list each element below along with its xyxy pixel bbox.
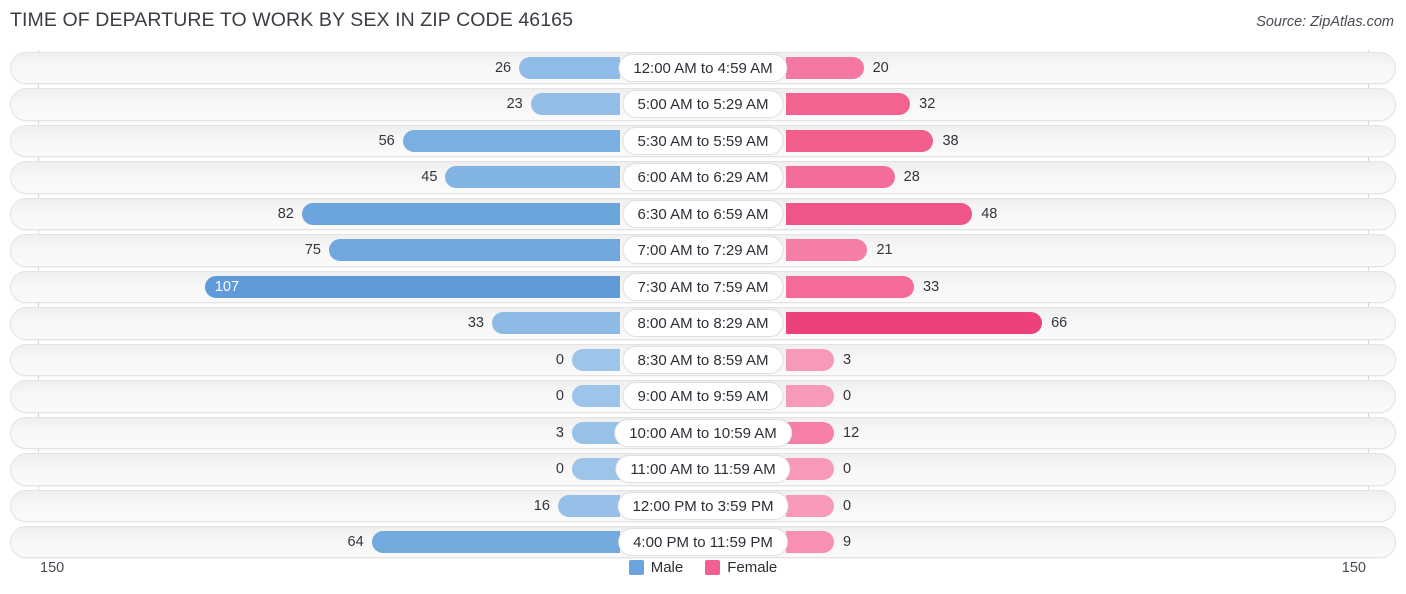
female-bar[interactable] xyxy=(786,166,895,189)
female-value-label: 9 xyxy=(843,534,852,551)
male-value-label: 75 xyxy=(304,242,321,259)
female-value-label: 0 xyxy=(843,461,852,478)
category-label: 7:30 AM to 7:59 AM xyxy=(622,272,784,301)
category-label: 12:00 AM to 4:59 AM xyxy=(618,54,788,82)
female-value-label: 20 xyxy=(872,60,889,76)
chart-row: 33 66 8:00 AM to 8:29 AM xyxy=(0,305,1406,341)
chart-legend: Male Female xyxy=(0,559,1406,576)
chart-row: 0 0 11:00 AM to 11:59 AM xyxy=(0,451,1406,487)
female-value-label: 21 xyxy=(876,242,893,259)
male-value-label: 26 xyxy=(494,60,512,76)
category-label: 5:30 AM to 5:59 AM xyxy=(622,126,784,155)
chart-row: 82 48 6:30 AM to 6:59 AM xyxy=(0,196,1406,232)
male-value-label: 64 xyxy=(347,534,364,551)
male-bar[interactable] xyxy=(519,57,620,79)
female-bar[interactable] xyxy=(786,57,864,79)
male-value-label: 107 xyxy=(214,278,240,295)
male-value-label: 56 xyxy=(378,132,395,149)
female-bar[interactable] xyxy=(786,312,1043,335)
chart-row: 0 3 8:30 AM to 8:59 AM xyxy=(0,342,1406,378)
female-value-label: 3 xyxy=(843,351,852,368)
female-bar[interactable] xyxy=(786,129,934,152)
male-bar[interactable] xyxy=(557,494,620,517)
source-attribution: Source: ZipAtlas.com xyxy=(1256,14,1394,30)
legend-swatch-icon xyxy=(705,560,721,575)
male-value-label: 45 xyxy=(421,169,438,186)
female-bar[interactable] xyxy=(786,385,834,408)
category-label: 12:00 PM to 3:59 PM xyxy=(617,491,789,520)
male-value-label: 0 xyxy=(555,351,564,368)
category-label: 6:00 AM to 6:29 AM xyxy=(622,163,784,192)
male-bar[interactable] xyxy=(329,239,620,262)
male-value-label: 33 xyxy=(467,315,484,332)
male-bar[interactable] xyxy=(572,385,620,408)
chart-row: 56 38 5:30 AM to 5:59 AM xyxy=(0,123,1406,159)
male-value-label: 16 xyxy=(533,497,550,514)
male-bar[interactable] xyxy=(301,202,620,225)
male-value-label: 0 xyxy=(555,461,564,478)
category-label: 5:00 AM to 5:29 AM xyxy=(622,90,784,119)
male-value-label: 23 xyxy=(506,96,523,113)
male-bar[interactable] xyxy=(445,166,620,189)
female-value-label: 32 xyxy=(919,96,936,113)
female-bar[interactable] xyxy=(786,93,911,116)
male-bar[interactable] xyxy=(402,129,620,152)
male-bar[interactable] xyxy=(572,348,620,371)
female-value-label: 0 xyxy=(843,497,852,514)
category-label: 8:30 AM to 8:59 AM xyxy=(622,345,784,374)
chart-row: 23 32 5:00 AM to 5:29 AM xyxy=(0,86,1406,122)
male-value-label: 82 xyxy=(277,205,294,222)
category-label: 9:00 AM to 9:59 AM xyxy=(622,382,784,411)
chart-header: TIME OF DEPARTURE TO WORK BY SEX IN ZIP … xyxy=(0,0,1406,46)
chart-footer: 150 150 Male Female xyxy=(0,553,1406,594)
female-value-label: 28 xyxy=(903,169,920,186)
page-title: TIME OF DEPARTURE TO WORK BY SEX IN ZIP … xyxy=(10,9,574,31)
female-bar[interactable] xyxy=(786,275,915,298)
category-label: 8:00 AM to 8:29 AM xyxy=(622,309,784,338)
chart-row: 26 20 12:00 AM to 4:59 AM xyxy=(0,50,1406,86)
chart-row: 75 21 7:00 AM to 7:29 AM xyxy=(0,232,1406,268)
female-bar[interactable] xyxy=(786,202,973,225)
female-bar[interactable] xyxy=(786,421,834,444)
legend-item[interactable]: Male xyxy=(628,559,684,576)
bar-rows-container: 26 20 12:00 AM to 4:59 AM 23 32 5:00 AM to 5:… xyxy=(0,50,1406,561)
legend-item[interactable]: Female xyxy=(705,559,777,576)
category-label: 6:30 AM to 6:59 AM xyxy=(622,199,784,228)
male-bar[interactable] xyxy=(491,312,620,335)
legend-label: Female xyxy=(727,559,778,576)
female-bar[interactable] xyxy=(786,239,868,262)
legend-label: Male xyxy=(650,559,684,576)
female-bar[interactable] xyxy=(786,531,834,554)
female-bar[interactable] xyxy=(786,458,834,481)
female-bar[interactable] xyxy=(786,494,834,517)
male-value-label: 3 xyxy=(555,424,564,441)
chart-row: 16 0 12:00 PM to 3:59 PM xyxy=(0,488,1406,524)
category-label: 4:00 PM to 11:59 PM xyxy=(618,528,788,557)
legend-swatch-icon xyxy=(628,560,644,575)
male-bar[interactable] xyxy=(204,275,620,298)
male-bar[interactable] xyxy=(572,421,620,444)
chart-row: 45 28 6:00 AM to 6:29 AM xyxy=(0,159,1406,195)
female-value-label: 12 xyxy=(843,424,860,441)
male-bar[interactable] xyxy=(530,93,620,116)
chart-row: 3 12 10:00 AM to 10:59 AM xyxy=(0,415,1406,451)
female-value-label: 48 xyxy=(981,205,998,222)
category-label: 7:00 AM to 7:29 AM xyxy=(622,236,784,265)
female-value-label: 0 xyxy=(843,388,852,405)
male-bar[interactable] xyxy=(572,458,620,481)
category-label: 11:00 AM to 11:59 AM xyxy=(615,455,791,484)
chart-row: 0 0 9:00 AM to 9:59 AM xyxy=(0,378,1406,414)
male-bar[interactable] xyxy=(371,531,620,554)
female-value-label: 38 xyxy=(942,132,959,149)
female-value-label: 33 xyxy=(923,278,940,295)
female-bar[interactable] xyxy=(786,348,834,371)
chart-row: 107 33 7:30 AM to 7:59 AM xyxy=(0,269,1406,305)
male-value-label: 0 xyxy=(555,388,564,405)
category-label: 10:00 AM to 10:59 AM xyxy=(614,418,792,447)
female-value-label: 66 xyxy=(1051,315,1068,332)
chart-page: TIME OF DEPARTURE TO WORK BY SEX IN ZIP … xyxy=(0,0,1406,594)
chart-plot-area: 26 20 12:00 AM to 4:59 AM 23 32 5:00 AM to 5:… xyxy=(0,50,1406,559)
